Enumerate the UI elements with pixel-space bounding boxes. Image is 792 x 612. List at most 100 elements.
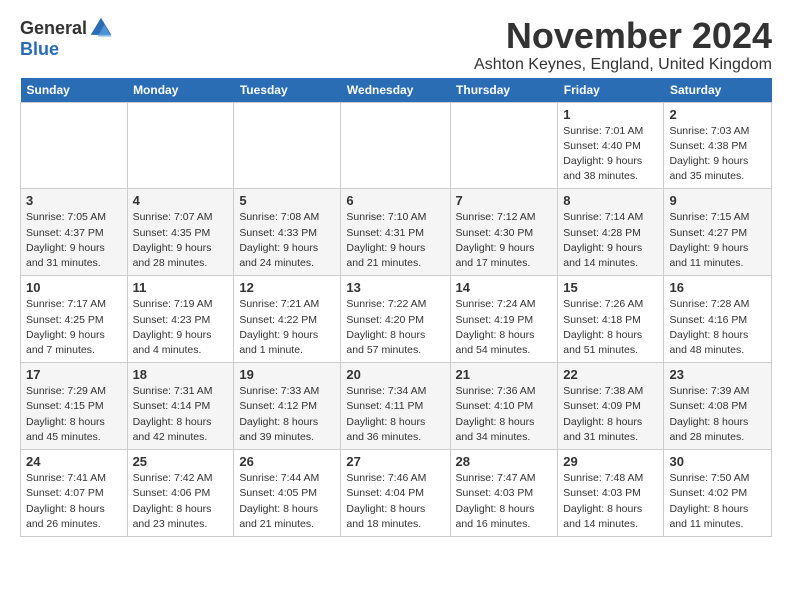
day-cell: 28 Sunrise: 7:47 AMSunset: 4:03 PMDayligh… [450,450,558,537]
week-row-1: 3 Sunrise: 7:05 AMSunset: 4:37 PMDaylight… [21,189,772,276]
day-number: 5 [239,193,335,208]
day-number: 24 [26,454,122,469]
logo-blue: Blue [20,40,113,58]
day-number: 9 [669,193,766,208]
day-cell: 12 Sunrise: 7:21 AMSunset: 4:22 PMDayligh… [234,276,341,363]
day-number: 22 [563,367,658,382]
day-number: 8 [563,193,658,208]
day-cell: 2Sunrise: 7:03 AMSunset: 4:38 PMDaylight… [664,102,772,189]
week-row-3: 17 Sunrise: 7:29 AMSunset: 4:15 PMDayligh… [21,363,772,450]
day-number: 14 [456,280,553,295]
day-number: 2 [669,107,766,122]
day-number: 3 [26,193,122,208]
day-info: Sunrise: 7:42 AMSunset: 4:06 PMDaylight:… [133,471,229,532]
logo-general: General [20,19,87,37]
location-title: Ashton Keynes, England, United Kingdom [474,56,772,74]
header: General Blue November 2024 Ashton Keynes… [20,16,772,74]
day-number: 28 [456,454,553,469]
day-cell: 16 Sunrise: 7:28 AMSunset: 4:16 PMDayligh… [664,276,772,363]
day-info: Sunrise: 7:12 AMSunset: 4:30 PMDaylight:… [456,210,553,271]
day-cell: 11Sunrise: 7:19 AMSunset: 4:23 PMDayligh… [127,276,234,363]
day-info: Sunrise: 7:39 AMSunset: 4:08 PMDaylight:… [669,384,766,445]
day-cell [21,102,128,189]
day-info: Sunrise: 7:31 AMSunset: 4:14 PMDaylight:… [133,384,229,445]
day-number: 7 [456,193,553,208]
day-cell [450,102,558,189]
day-info: Sunrise: 7:21 AMSunset: 4:22 PMDaylight:… [239,297,335,358]
day-cell: 13Sunrise: 7:22 AMSunset: 4:20 PMDayligh… [341,276,450,363]
day-cell: 19Sunrise: 7:33 AMSunset: 4:12 PMDayligh… [234,363,341,450]
page: General Blue November 2024 Ashton Keynes… [0,0,792,553]
week-row-4: 24 Sunrise: 7:41 AMSunset: 4:07 PMDayligh… [21,450,772,537]
day-info: Sunrise: 7:10 AMSunset: 4:31 PMDaylight:… [346,210,444,271]
day-cell: 15 Sunrise: 7:26 AMSunset: 4:18 PMDayligh… [558,276,664,363]
title-block: November 2024 Ashton Keynes, England, Un… [474,16,772,74]
day-cell: 20 Sunrise: 7:34 AMSunset: 4:11 PMDayligh… [341,363,450,450]
day-info: Sunrise: 7:48 AMSunset: 4:03 PMDaylight:… [563,471,658,532]
day-info: Sunrise: 7:28 AMSunset: 4:16 PMDaylight:… [669,297,766,358]
day-number: 15 [563,280,658,295]
day-number: 21 [456,367,553,382]
day-info: Sunrise: 7:15 AMSunset: 4:27 PMDaylight:… [669,210,766,271]
day-number: 11 [133,280,229,295]
day-info: Sunrise: 7:33 AMSunset: 4:12 PMDaylight:… [239,384,335,445]
calendar-table: SundayMondayTuesdayWednesdayThursdayFrid… [20,78,772,537]
day-cell: 1 Sunrise: 7:01 AMSunset: 4:40 PMDaylight… [558,102,664,189]
day-cell: 7 Sunrise: 7:12 AMSunset: 4:30 PMDaylight… [450,189,558,276]
day-cell: 18 Sunrise: 7:31 AMSunset: 4:14 PMDayligh… [127,363,234,450]
month-title: November 2024 [474,16,772,56]
day-info: Sunrise: 7:22 AMSunset: 4:20 PMDaylight:… [346,297,444,358]
day-cell [127,102,234,189]
header-row: SundayMondayTuesdayWednesdayThursdayFrid… [21,78,772,103]
day-info: Sunrise: 7:05 AMSunset: 4:37 PMDaylight:… [26,210,122,271]
day-info: Sunrise: 7:34 AMSunset: 4:11 PMDaylight:… [346,384,444,445]
day-number: 23 [669,367,766,382]
day-info: Sunrise: 7:47 AMSunset: 4:03 PMDaylight:… [456,471,553,532]
week-row-0: 1 Sunrise: 7:01 AMSunset: 4:40 PMDaylight… [21,102,772,189]
day-number: 10 [26,280,122,295]
day-cell: 27 Sunrise: 7:46 AMSunset: 4:04 PMDayligh… [341,450,450,537]
day-cell: 25 Sunrise: 7:42 AMSunset: 4:06 PMDayligh… [127,450,234,537]
day-cell: 14 Sunrise: 7:24 AMSunset: 4:19 PMDayligh… [450,276,558,363]
logo-icon [89,16,113,40]
day-number: 16 [669,280,766,295]
day-cell: 8Sunrise: 7:14 AMSunset: 4:28 PMDaylight… [558,189,664,276]
day-cell: 3 Sunrise: 7:05 AMSunset: 4:37 PMDaylight… [21,189,128,276]
day-number: 20 [346,367,444,382]
day-header-friday: Friday [558,78,664,103]
day-header-tuesday: Tuesday [234,78,341,103]
logo: General Blue [20,16,113,58]
day-number: 26 [239,454,335,469]
day-cell: 17 Sunrise: 7:29 AMSunset: 4:15 PMDayligh… [21,363,128,450]
day-number: 25 [133,454,229,469]
day-info: Sunrise: 7:29 AMSunset: 4:15 PMDaylight:… [26,384,122,445]
day-number: 17 [26,367,122,382]
day-info: Sunrise: 7:17 AMSunset: 4:25 PMDaylight:… [26,297,122,358]
day-cell: 24 Sunrise: 7:41 AMSunset: 4:07 PMDayligh… [21,450,128,537]
day-number: 12 [239,280,335,295]
day-cell: 4 Sunrise: 7:07 AMSunset: 4:35 PMDaylight… [127,189,234,276]
day-cell [234,102,341,189]
day-cell: 30Sunrise: 7:50 AMSunset: 4:02 PMDayligh… [664,450,772,537]
day-cell: 21 Sunrise: 7:36 AMSunset: 4:10 PMDayligh… [450,363,558,450]
day-info: Sunrise: 7:26 AMSunset: 4:18 PMDaylight:… [563,297,658,358]
day-info: Sunrise: 7:24 AMSunset: 4:19 PMDaylight:… [456,297,553,358]
day-cell [341,102,450,189]
day-number: 18 [133,367,229,382]
day-number: 4 [133,193,229,208]
day-info: Sunrise: 7:07 AMSunset: 4:35 PMDaylight:… [133,210,229,271]
day-number: 27 [346,454,444,469]
day-info: Sunrise: 7:01 AMSunset: 4:40 PMDaylight:… [563,124,658,185]
day-cell: 23 Sunrise: 7:39 AMSunset: 4:08 PMDayligh… [664,363,772,450]
day-header-wednesday: Wednesday [341,78,450,103]
week-row-2: 10 Sunrise: 7:17 AMSunset: 4:25 PMDayligh… [21,276,772,363]
day-number: 1 [563,107,658,122]
day-header-monday: Monday [127,78,234,103]
day-info: Sunrise: 7:46 AMSunset: 4:04 PMDaylight:… [346,471,444,532]
day-cell: 22 Sunrise: 7:38 AMSunset: 4:09 PMDayligh… [558,363,664,450]
day-info: Sunrise: 7:36 AMSunset: 4:10 PMDaylight:… [456,384,553,445]
day-cell: 5 Sunrise: 7:08 AMSunset: 4:33 PMDaylight… [234,189,341,276]
day-info: Sunrise: 7:38 AMSunset: 4:09 PMDaylight:… [563,384,658,445]
day-info: Sunrise: 7:08 AMSunset: 4:33 PMDaylight:… [239,210,335,271]
day-info: Sunrise: 7:41 AMSunset: 4:07 PMDaylight:… [26,471,122,532]
